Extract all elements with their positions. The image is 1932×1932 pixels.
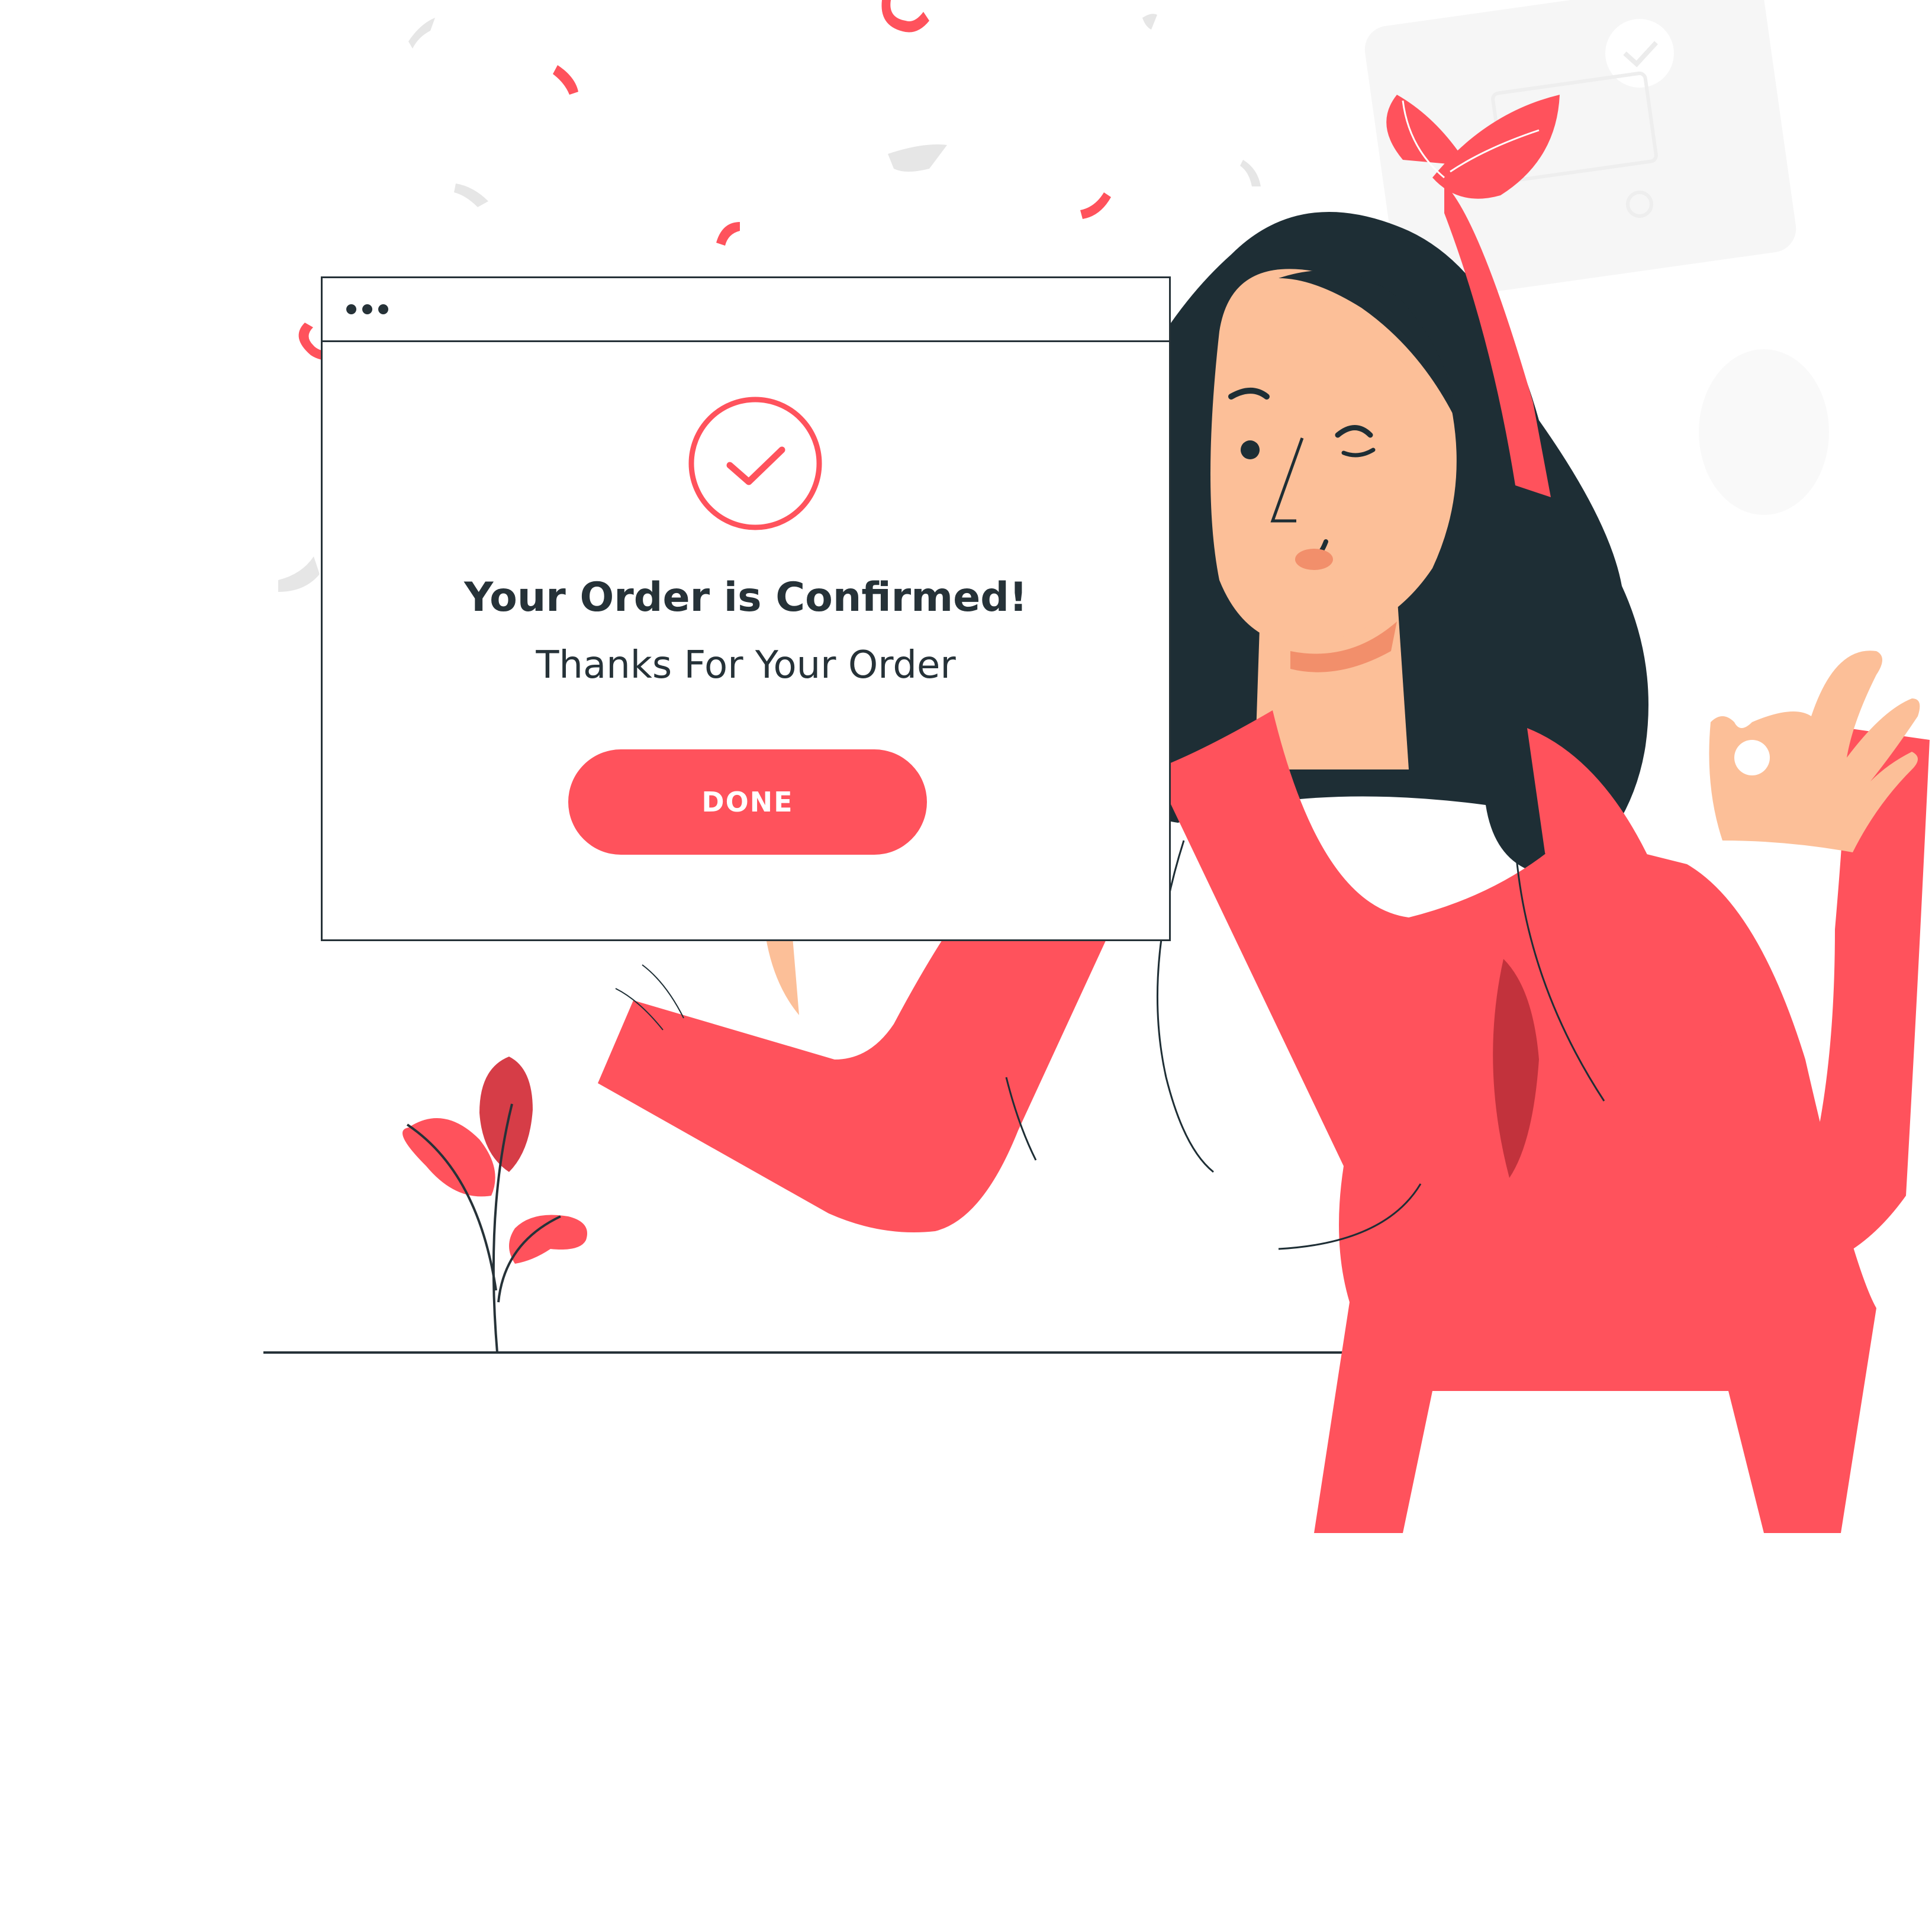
dot	[346, 304, 356, 314]
three-dots-icon[interactable]	[323, 278, 400, 337]
browser-window: Your Order is Confirmed! Thanks For Your…	[321, 276, 1171, 941]
done-button[interactable]: DONE	[568, 749, 927, 855]
dot	[378, 304, 388, 314]
confirmation-subtitle: Thanks For Your Order	[536, 643, 956, 687]
check-circle-icon	[688, 397, 822, 530]
dot	[362, 304, 372, 314]
plant-illustration	[402, 1057, 587, 1353]
confirmation-title: Your Order is Confirmed!	[464, 574, 1028, 621]
window-title-bar	[323, 278, 1169, 342]
